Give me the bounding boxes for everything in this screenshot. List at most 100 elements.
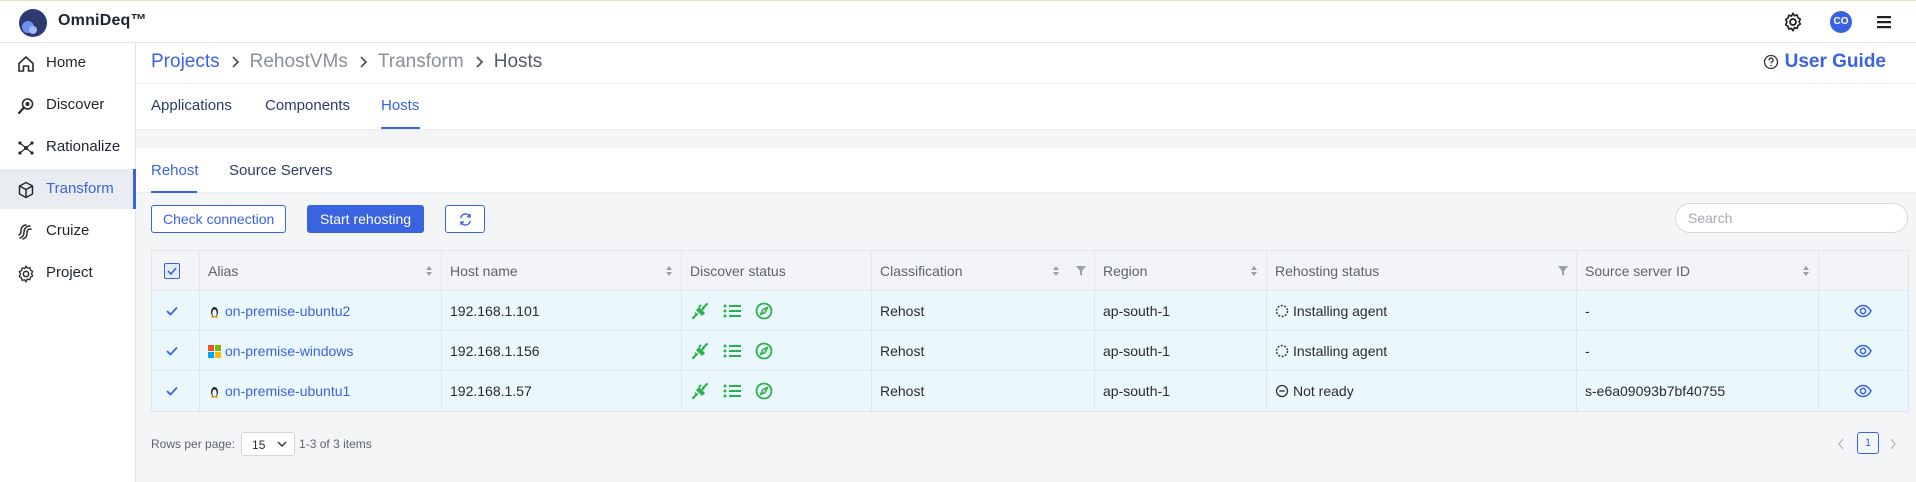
start-rehosting-button[interactable]: Start rehosting bbox=[307, 205, 425, 233]
column-header-label: Discover status bbox=[690, 263, 786, 279]
row-select-cell bbox=[152, 291, 200, 331]
plug-connected-icon[interactable] bbox=[690, 382, 710, 400]
column-header-host-name[interactable]: Host name bbox=[442, 251, 682, 291]
host-alias-link[interactable]: on-premise-ubuntu2 bbox=[225, 303, 350, 319]
region-cell: ap-south-1 bbox=[1095, 331, 1267, 371]
home-icon bbox=[18, 56, 34, 72]
linux-tux-icon bbox=[211, 306, 218, 318]
pagination-range: 1-3 of 3 items bbox=[299, 437, 372, 451]
column-header-source-server-id[interactable]: Source server ID bbox=[1577, 251, 1819, 291]
sort-icon[interactable] bbox=[1052, 265, 1060, 277]
pagination-info: Rows per page: 15 1-3 of 3 items bbox=[151, 432, 372, 456]
alias-cell: on-premise-windows bbox=[200, 331, 442, 371]
compass-icon[interactable] bbox=[754, 342, 774, 360]
column-header-region[interactable]: Region bbox=[1095, 251, 1267, 291]
chevron-right-icon[interactable] bbox=[1889, 438, 1897, 450]
source-server-id-cell: s-e6a09093b7bf40755 bbox=[1577, 371, 1819, 411]
breadcrumb-rehostvms[interactable]: RehostVMs bbox=[250, 51, 348, 73]
help-circle-icon bbox=[1763, 54, 1778, 70]
sort-icon[interactable] bbox=[665, 265, 673, 277]
list-icon[interactable] bbox=[722, 342, 742, 360]
row-check-icon[interactable] bbox=[165, 385, 179, 397]
column-header-label: Alias bbox=[208, 263, 239, 279]
sidebar-item-transform[interactable]: Transform bbox=[0, 169, 136, 209]
table-row[interactable]: on-premise-ubuntu1 192.168.1.57 Rehost a… bbox=[152, 371, 1908, 411]
rows-per-page-label: Rows per page: bbox=[151, 437, 236, 451]
tab-applications[interactable]: Applications bbox=[151, 97, 232, 114]
compass-icon[interactable] bbox=[754, 302, 774, 320]
sort-icon[interactable] bbox=[1802, 265, 1810, 277]
column-header-classification[interactable]: Classification bbox=[872, 251, 1095, 291]
plug-connected-icon[interactable] bbox=[690, 342, 710, 360]
column-header-discover-status: Discover status bbox=[682, 251, 872, 291]
eye-icon[interactable] bbox=[1854, 344, 1872, 358]
region-cell: ap-south-1 bbox=[1095, 371, 1267, 411]
discover-status-cell bbox=[682, 331, 872, 371]
user-guide-link[interactable]: User Guide bbox=[1763, 51, 1886, 73]
spinner-icon bbox=[1275, 305, 1289, 318]
tab-hosts[interactable]: Hosts bbox=[381, 97, 419, 114]
gear-icon[interactable] bbox=[1782, 11, 1804, 33]
omnideq-logo-icon[interactable] bbox=[18, 8, 48, 38]
classification-cell: Rehost bbox=[872, 371, 1095, 411]
user-guide-label: User Guide bbox=[1784, 51, 1886, 72]
classification-cell: Rehost bbox=[872, 331, 1095, 371]
alias-cell: on-premise-ubuntu2 bbox=[200, 291, 442, 331]
rationalize-icon bbox=[18, 141, 34, 155]
sidebar-item-cruize[interactable]: Cruize bbox=[0, 211, 136, 251]
refresh-button[interactable] bbox=[445, 205, 485, 233]
alias-cell: on-premise-ubuntu1 bbox=[200, 371, 442, 411]
sidebar-item-label: Transform bbox=[46, 180, 114, 197]
compass-icon[interactable] bbox=[754, 382, 774, 400]
host-alias-link[interactable]: on-premise-ubuntu1 bbox=[225, 383, 350, 399]
rows-per-page-select[interactable]: 15 bbox=[241, 432, 296, 456]
eye-icon[interactable] bbox=[1854, 304, 1872, 318]
column-header-alias[interactable]: Alias bbox=[200, 251, 442, 291]
check-connection-button[interactable]: Check connection bbox=[151, 205, 287, 233]
column-header-label: Classification bbox=[880, 263, 963, 279]
sidebar-item-home[interactable]: Home bbox=[0, 43, 136, 83]
list-icon[interactable] bbox=[722, 382, 742, 400]
table-row[interactable]: on-premise-windows 192.168.1.156 Rehost … bbox=[152, 331, 1908, 371]
discover-status-cell bbox=[682, 291, 872, 331]
rows-per-page-value: 15 bbox=[252, 438, 266, 452]
chevron-left-icon[interactable] bbox=[1837, 438, 1845, 450]
tab-source-servers[interactable]: Source Servers bbox=[229, 162, 332, 179]
plug-connected-icon[interactable] bbox=[690, 302, 710, 320]
tab-components[interactable]: Components bbox=[265, 97, 350, 114]
filter-icon[interactable] bbox=[1076, 266, 1086, 276]
chevron-right-icon bbox=[360, 56, 368, 68]
sidebar-item-project[interactable]: Project bbox=[0, 253, 136, 293]
row-select-cell bbox=[152, 331, 200, 371]
rehosting-status-text: Installing agent bbox=[1293, 303, 1388, 319]
gear-icon bbox=[18, 265, 34, 283]
search-input[interactable] bbox=[1675, 203, 1908, 233]
hamburger-menu-icon[interactable] bbox=[1875, 13, 1893, 31]
filter-icon[interactable] bbox=[1558, 266, 1568, 276]
hosts-table-area: Check connection Start rehosting Search … bbox=[136, 193, 1916, 482]
select-all-checkbox[interactable] bbox=[164, 263, 180, 279]
column-header-rehosting-status[interactable]: Rehosting status bbox=[1267, 251, 1577, 291]
page-number-button[interactable]: 1 bbox=[1857, 432, 1879, 454]
tab-rehost[interactable]: Rehost bbox=[151, 162, 199, 179]
sort-icon[interactable] bbox=[1250, 265, 1258, 277]
list-icon[interactable] bbox=[722, 302, 742, 320]
host-alias-link[interactable]: on-premise-windows bbox=[225, 343, 353, 359]
column-header-label: Region bbox=[1103, 263, 1148, 279]
breadcrumb-projects[interactable]: Projects bbox=[151, 51, 220, 73]
sidebar-item-discover[interactable]: Discover bbox=[0, 85, 136, 125]
windows-logo-icon bbox=[208, 344, 221, 358]
sort-icon[interactable] bbox=[425, 265, 433, 277]
row-check-icon[interactable] bbox=[165, 345, 179, 357]
sidebar-item-label: Discover bbox=[46, 96, 105, 113]
spinner-icon bbox=[1275, 345, 1289, 358]
eye-icon[interactable] bbox=[1854, 384, 1872, 398]
table-row[interactable]: on-premise-ubuntu2 192.168.1.101 Rehost … bbox=[152, 291, 1908, 331]
table-header: Alias Host name Discover status Classifi… bbox=[152, 251, 1908, 291]
rehosting-status-text: Installing agent bbox=[1293, 343, 1388, 359]
rehosting-status-cell: Installing agent bbox=[1267, 331, 1577, 371]
breadcrumb-transform[interactable]: Transform bbox=[378, 51, 464, 73]
avatar[interactable]: CO bbox=[1830, 11, 1852, 33]
sidebar-item-rationalize[interactable]: Rationalize bbox=[0, 127, 136, 167]
row-check-icon[interactable] bbox=[165, 305, 179, 317]
